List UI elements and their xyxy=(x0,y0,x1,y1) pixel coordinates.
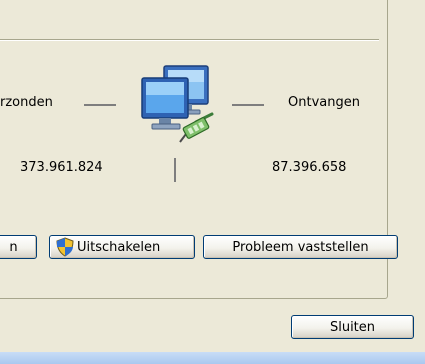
received-label: Ontvangen xyxy=(288,95,360,110)
disable-button-label: Uitschakelen xyxy=(77,239,161,255)
network-computers-icon xyxy=(141,65,214,143)
window-bottom-strip xyxy=(0,352,425,364)
diagnose-button-label: Probleem vaststellen xyxy=(232,239,369,255)
disable-button[interactable]: Uitschakelen xyxy=(49,235,195,259)
activity-divider xyxy=(174,158,176,182)
close-button-label: Sluiten xyxy=(329,319,376,335)
group-separator xyxy=(0,39,379,41)
uac-shield-icon xyxy=(56,237,74,257)
received-bytes-value: 87.396.658 xyxy=(272,160,347,175)
sent-bytes-value: 373.961.824 xyxy=(20,160,103,175)
properties-button-label: n xyxy=(9,239,18,255)
diagnose-button[interactable]: Probleem vaststellen xyxy=(203,235,398,259)
sent-label: rzonden xyxy=(0,95,53,110)
sent-dash-line xyxy=(84,104,116,106)
received-dash-line xyxy=(232,104,264,106)
properties-button[interactable]: n xyxy=(0,235,37,259)
close-button[interactable]: Sluiten xyxy=(291,315,414,339)
